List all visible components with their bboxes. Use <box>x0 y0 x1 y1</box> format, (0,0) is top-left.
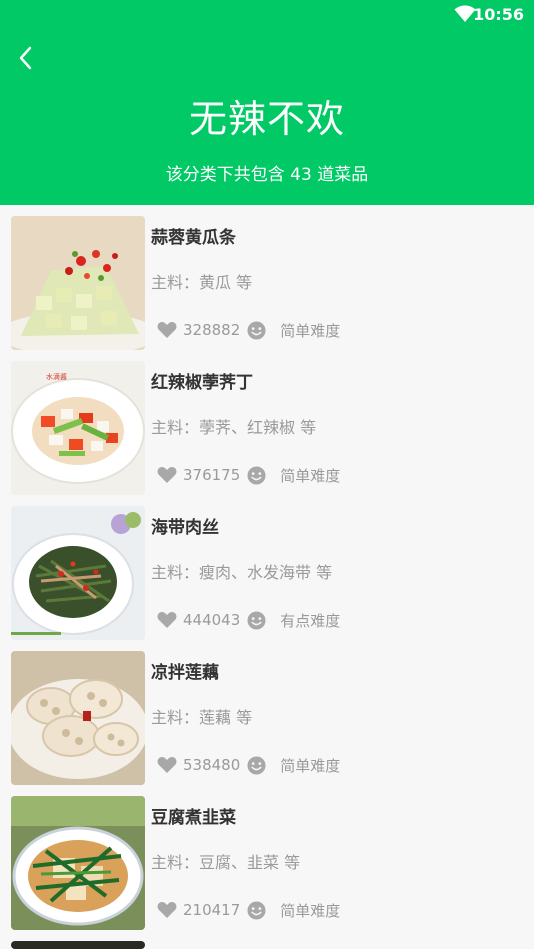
recipe-image[interactable] <box>11 651 145 785</box>
recipe-meta: 376175 简单难度 <box>157 464 340 486</box>
status-time: 10:56 <box>473 5 524 24</box>
smile-icon <box>247 465 266 485</box>
smile-icon <box>247 320 266 340</box>
difficulty-label: 简单难度 <box>280 756 341 775</box>
recipe-item[interactable]: 蒜蓉黄瓜条 主料：黄瓜 等 328882 简单难度 <box>0 205 534 350</box>
recipe-item[interactable]: 豆腐煮韭菜 主料：豆腐、韭菜 等 210417 简单难度 <box>0 785 534 930</box>
recipe-meta: 444043 有点难度 <box>157 609 340 631</box>
like-count: 328882 <box>183 321 241 339</box>
recipe-name: 红辣椒荸荠丁 <box>151 373 253 393</box>
back-arrow-icon <box>19 46 32 70</box>
recipe-ingredients: 主料：瘦肉、水发海带 等 <box>151 563 333 582</box>
smile-icon <box>247 755 266 775</box>
status-bar: 10:56 <box>0 0 534 30</box>
recipe-name: 海带肉丝 <box>151 518 219 538</box>
recipe-item[interactable] <box>0 930 534 949</box>
recipe-item[interactable]: 凉拌莲藕 主料：莲藕 等 538480 简单难度 <box>0 640 534 785</box>
recipe-name: 蒜蓉黄瓜条 <box>151 228 236 248</box>
recipe-image[interactable] <box>11 506 145 640</box>
like-count: 210417 <box>183 901 241 919</box>
heart-icon[interactable] <box>157 611 177 629</box>
recipe-item[interactable]: 海带肉丝 主料：瘦肉、水发海带 等 444043 有点难度 <box>0 495 534 640</box>
difficulty-label: 简单难度 <box>280 321 341 340</box>
recipe-meta: 210417 简单难度 <box>157 899 340 921</box>
recipe-meta: 328882 简单难度 <box>157 319 340 341</box>
recipe-image[interactable] <box>11 216 145 350</box>
smile-icon <box>247 900 266 920</box>
recipe-ingredients: 主料：莲藕 等 <box>151 708 253 727</box>
recipe-name: 豆腐煮韭菜 <box>151 808 236 828</box>
recipe-name: 凉拌莲藕 <box>151 663 219 683</box>
recipe-image[interactable]: 水滴酱 <box>11 361 145 495</box>
heart-icon[interactable] <box>157 466 177 484</box>
like-count: 376175 <box>183 466 241 484</box>
like-count: 538480 <box>183 756 241 774</box>
difficulty-label: 简单难度 <box>280 466 341 485</box>
recipe-ingredients: 主料：荸荠、红辣椒 等 <box>151 418 317 437</box>
difficulty-label: 简单难度 <box>280 901 341 920</box>
page-title: 无辣不欢 <box>188 97 345 141</box>
heart-icon[interactable] <box>157 321 177 339</box>
recipe-meta: 538480 简单难度 <box>157 754 340 776</box>
back-button[interactable] <box>12 42 40 74</box>
header: 10:56 无辣不欢 该分类下共包含 43 道菜品 <box>0 0 534 205</box>
recipe-image[interactable] <box>11 796 145 930</box>
svg-text:水滴酱: 水滴酱 <box>46 372 67 381</box>
page-subtitle: 该分类下共包含 43 道菜品 <box>165 165 369 185</box>
smile-icon <box>247 610 266 630</box>
recipe-image[interactable] <box>11 941 145 949</box>
heart-icon[interactable] <box>157 756 177 774</box>
recipe-ingredients: 主料：黄瓜 等 <box>151 273 253 292</box>
recipe-ingredients: 主料：豆腐、韭菜 等 <box>151 853 301 872</box>
like-count: 444043 <box>183 611 241 629</box>
heart-icon[interactable] <box>157 901 177 919</box>
recipe-item[interactable]: 水滴酱 红辣椒荸荠丁 主料：荸荠、红辣椒 等 376175 简单难度 <box>0 350 534 495</box>
difficulty-label: 有点难度 <box>280 611 341 630</box>
